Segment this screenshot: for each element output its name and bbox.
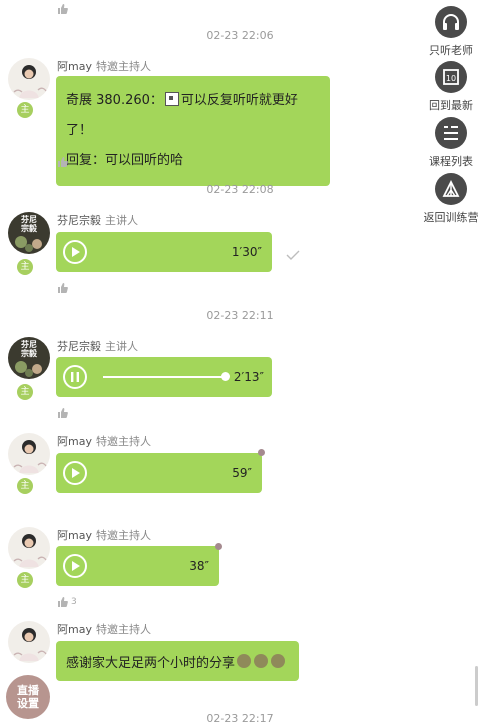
pause-button[interactable] bbox=[63, 365, 87, 389]
timestamp: 02-23 22:11 bbox=[206, 309, 274, 322]
audio-progress-track[interactable] bbox=[103, 376, 225, 378]
thumbs-up-icon[interactable] bbox=[57, 597, 68, 607]
audio-duration: 59″ bbox=[232, 466, 252, 480]
unread-dot bbox=[215, 543, 222, 550]
quoted-line: 奇展 380.260： 可以反复听听就更好了！ bbox=[66, 92, 298, 138]
message-author: 芬尼宗毅 主讲人 bbox=[57, 214, 138, 227]
only-teacher-button[interactable]: 只听老师 bbox=[421, 6, 480, 58]
course-list-label: 课程列表 bbox=[429, 155, 473, 168]
like-row[interactable]: 3 bbox=[57, 597, 77, 607]
back-to-camp-label: 返回训练营 bbox=[423, 211, 479, 224]
audio-duration: 2′13″ bbox=[233, 370, 264, 384]
headphones-icon bbox=[443, 14, 459, 30]
message-author: 芬尼宗毅 主讲人 bbox=[57, 340, 138, 353]
played-check-icon bbox=[286, 250, 300, 260]
host-badge: 主 bbox=[17, 102, 33, 118]
audio-progress-handle[interactable] bbox=[221, 372, 230, 381]
like-row[interactable] bbox=[57, 157, 71, 167]
play-icon bbox=[71, 561, 80, 571]
timestamp: 02-23 22:06 bbox=[206, 29, 274, 42]
avatar-host[interactable] bbox=[8, 621, 50, 663]
like-count: 3 bbox=[71, 597, 77, 607]
host-badge: 主 bbox=[17, 478, 33, 494]
course-list-button[interactable]: 课程列表 bbox=[421, 117, 480, 169]
text-message-bubble[interactable]: 感谢家大足足两个小时的分享 bbox=[56, 641, 299, 681]
clap-emoji bbox=[271, 654, 286, 668]
like-row[interactable] bbox=[57, 283, 71, 293]
text-message-bubble[interactable]: 奇展 380.260： 可以反复听听就更好了！ 回复：可以回听的哈 bbox=[56, 76, 330, 186]
audio-message-bubble[interactable]: 59″ bbox=[56, 453, 262, 493]
speaker-badge: 主 bbox=[17, 384, 33, 400]
audio-message-bubble[interactable]: 2′13″ bbox=[56, 357, 272, 397]
thumbs-up-icon[interactable] bbox=[57, 157, 68, 167]
timestamp: 02-23 22:17 bbox=[206, 712, 274, 722]
svg-text:10: 10 bbox=[446, 74, 456, 83]
avatar-host[interactable] bbox=[8, 527, 50, 569]
unread-dot bbox=[258, 449, 265, 456]
only-teacher-label: 只听老师 bbox=[429, 44, 473, 57]
thumbs-up-icon[interactable] bbox=[57, 408, 68, 418]
timestamp: 02-23 22:08 bbox=[206, 183, 274, 196]
like-row-top[interactable] bbox=[57, 4, 68, 14]
message-author: 阿may 特邀主持人 bbox=[57, 529, 151, 542]
audio-duration: 1′30″ bbox=[231, 245, 262, 259]
audio-duration: 38″ bbox=[189, 559, 209, 573]
scrollbar[interactable] bbox=[475, 666, 478, 706]
clap-emoji bbox=[237, 654, 252, 668]
thumbs-up-icon[interactable] bbox=[57, 4, 68, 14]
avatar-host[interactable] bbox=[8, 58, 50, 100]
speaker-badge: 主 bbox=[17, 259, 33, 275]
speaker-avatar-text: 芬尼 宗毅 bbox=[21, 340, 37, 358]
message-author: 阿may 特邀主持人 bbox=[57, 623, 151, 636]
back-to-latest-label: 回到最新 bbox=[429, 99, 473, 112]
thumbs-up-icon[interactable] bbox=[57, 283, 68, 293]
latest-icon: 10 bbox=[443, 69, 459, 85]
clap-emoji bbox=[254, 654, 269, 668]
avatar-host[interactable] bbox=[8, 433, 50, 475]
live-settings-button[interactable]: 直播 设置 bbox=[6, 675, 50, 719]
audio-message-bubble[interactable]: 38″ bbox=[56, 546, 219, 586]
play-icon bbox=[71, 468, 80, 478]
pause-icon bbox=[71, 372, 79, 382]
message-author: 阿may 特邀主持人 bbox=[57, 435, 151, 448]
play-button[interactable] bbox=[63, 554, 87, 578]
message-text: 感谢家大足足两个小时的分享 bbox=[66, 655, 236, 671]
back-to-camp-button[interactable]: 返回训练营 bbox=[421, 173, 480, 225]
message-author: 阿may 特邀主持人 bbox=[57, 60, 151, 73]
play-button[interactable] bbox=[63, 240, 87, 264]
list-icon bbox=[444, 126, 458, 140]
chat-screen: 02-23 22:06 只听老师 10 回到最新 课程列表 返回训练营 主 阿m… bbox=[0, 0, 480, 722]
reply-line: 回复：可以回听的哈 bbox=[66, 153, 184, 168]
qr-code-icon bbox=[164, 92, 179, 106]
like-row[interactable] bbox=[57, 408, 71, 418]
host-badge: 主 bbox=[17, 572, 33, 588]
speaker-avatar-text: 芬尼 宗毅 bbox=[21, 215, 37, 233]
play-button[interactable] bbox=[63, 461, 87, 485]
back-to-latest-button[interactable]: 10 回到最新 bbox=[421, 61, 480, 113]
audio-message-bubble[interactable]: 1′30″ bbox=[56, 232, 272, 272]
play-icon bbox=[71, 247, 80, 257]
